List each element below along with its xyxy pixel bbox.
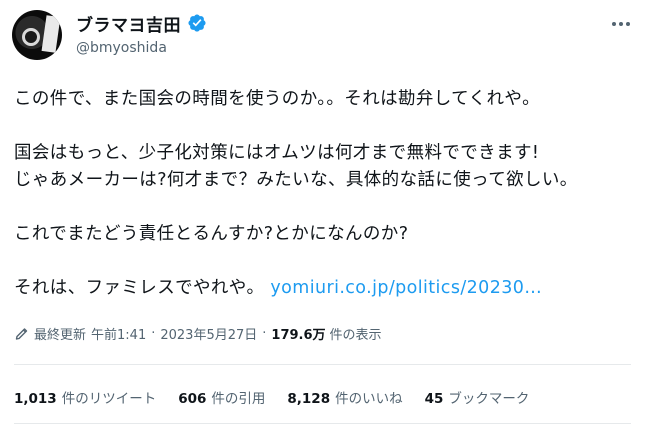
tweet-line: じゃあメーカーは?何才まで？みたいな、具体的な話に使って欲しい。 — [14, 170, 578, 190]
tweet-text: この件で、また国会の時間を使うのか。。それは勘弁してくれや。 国会はもっと、少子… — [14, 86, 631, 302]
more-options-icon[interactable] — [609, 14, 633, 34]
likes-stat[interactable]: 8,128 件のいいね — [287, 387, 402, 407]
tweet-line: これでまたどう責任とるんすか?とかになんのか? — [14, 224, 409, 244]
tweet-date[interactable]: 2023年5月27日 — [160, 324, 257, 343]
quotes-label: 件の引用 — [211, 391, 266, 407]
tweet-header: ブラマヨ吉田 @bmyoshida — [12, 8, 633, 64]
edit-pencil-icon — [15, 328, 28, 340]
avatar[interactable] — [12, 10, 62, 60]
bookmarks-count: 45 — [424, 391, 444, 407]
author-names: ブラマヨ吉田 @bmyoshida — [76, 12, 207, 56]
article-link[interactable]: yomiuri.co.jp/politics/20230… — [270, 278, 542, 298]
retweets-label: 件のリツイート — [61, 391, 157, 407]
views-label: 件の表示 — [329, 327, 382, 343]
verified-badge-icon — [188, 14, 206, 32]
bookmarks-stat[interactable]: 45 ブックマーク — [425, 387, 530, 407]
bookmarks-label: ブックマーク — [448, 391, 530, 407]
views-count: 179.6万 — [271, 327, 326, 343]
handle[interactable]: @bmyoshida — [76, 40, 207, 56]
tweet-line-text: それは、ファミレスでやれや。 — [14, 278, 265, 298]
quotes-count: 606 — [178, 391, 207, 407]
tweet-meta: 最終更新 午前1:41 · 2023年5月27日 · 179.6万 件の表示 — [14, 322, 631, 344]
retweets-count: 1,013 — [14, 391, 57, 407]
tweet-line: この件で、また国会の時間を使うのか。。それは勘弁してくれや。 — [14, 89, 540, 109]
display-name-row: ブラマヨ吉田 — [76, 11, 207, 36]
tweet-line-with-link: それは、ファミレスでやれや。 yomiuri.co.jp/politics/20… — [14, 275, 631, 302]
engagement-stats: 1,013 件のリツイート 606 件の引用 8,128 件のいいね 45 ブックマーク — [14, 386, 631, 408]
avatar-image-lens — [22, 28, 40, 46]
meta-separator: · — [262, 325, 267, 341]
edited-label[interactable]: 最終更新 — [34, 324, 86, 343]
likes-count: 8,128 — [287, 391, 331, 407]
display-name[interactable]: ブラマヨ吉田 — [76, 11, 181, 36]
retweets-stat[interactable]: 1,013 件のリツイート — [14, 387, 156, 407]
likes-label: 件のいいね — [335, 391, 403, 407]
quotes-stat[interactable]: 606 件の引用 — [178, 387, 265, 407]
avatar-image-detail — [41, 15, 61, 53]
meta-separator: · — [151, 325, 156, 341]
divider — [14, 364, 631, 365]
tweet-time[interactable]: 午前1:41 — [91, 324, 146, 343]
tweet-line: 国会はもっと、少子化対策にはオムツは何才まで無料でできます! — [14, 143, 540, 163]
